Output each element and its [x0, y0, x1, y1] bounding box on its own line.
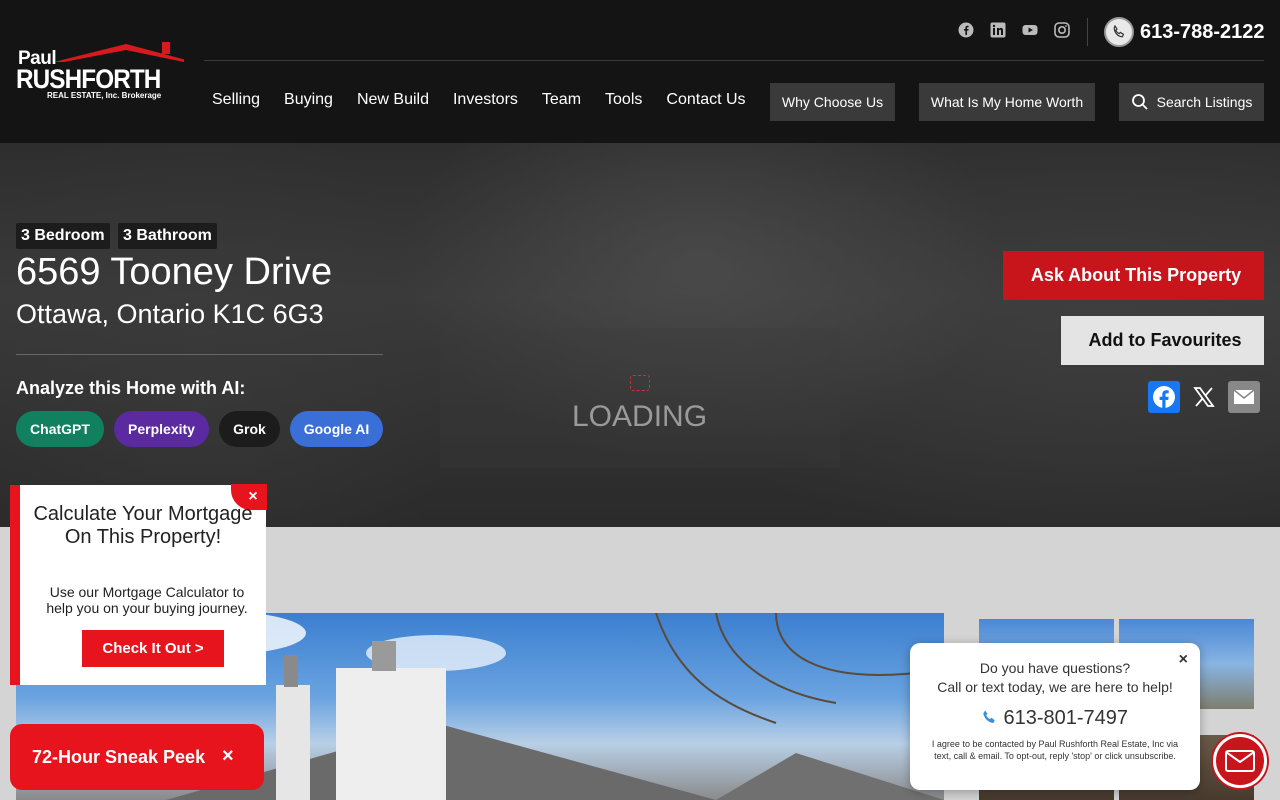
share-email-icon[interactable] [1228, 381, 1260, 413]
hero-divider [16, 354, 383, 355]
chatgpt-button[interactable]: ChatGPT [16, 411, 104, 447]
nav-investors[interactable]: Investors [453, 91, 518, 109]
brand-line3: REAL ESTATE, Inc. Brokerage [47, 91, 162, 100]
chat-consent-text: I agree to be contacted by Paul Rushfort… [931, 739, 1179, 761]
main-nav: Selling Buying New Build Investors Team … [212, 91, 746, 109]
site-header: Paul RUSHFORTH REAL ESTATE, Inc. Brokera… [0, 0, 1280, 143]
search-icon [1131, 94, 1148, 110]
google-ai-button[interactable]: Google AI [290, 411, 383, 447]
search-listings-label: Search Listings [1156, 94, 1253, 110]
chat-launcher-button[interactable] [1213, 734, 1267, 788]
add-to-favourites-button[interactable]: Add to Favourites [1061, 316, 1264, 365]
chat-subtitle: Call or text today, we are here to help! [937, 679, 1173, 695]
nav-new-build[interactable]: New Build [357, 91, 429, 109]
listing-hero: 3 Bedroom 3 Bathroom 6569 Tooney Drive O… [0, 143, 1280, 527]
share-x-icon[interactable] [1188, 381, 1220, 413]
home-worth-button[interactable]: What Is My Home Worth [919, 83, 1095, 121]
mortgage-popup-title: Calculate Your Mortgage On This Property… [33, 503, 253, 548]
header-phone[interactable]: 613-788-2122 [1104, 17, 1265, 47]
youtube-icon[interactable] [1022, 22, 1038, 38]
mortgage-popup-description: Use our Mortgage Calculator to help you … [46, 584, 248, 616]
brand-logo[interactable]: Paul RUSHFORTH REAL ESTATE, Inc. Brokera… [16, 40, 188, 104]
envelope-icon [1225, 750, 1255, 772]
roof-logo-icon [54, 42, 184, 62]
chat-widget: × Do you have questions? Call or text to… [910, 643, 1200, 790]
loading-icon [630, 375, 650, 391]
bathroom-badge: 3 Bathroom [118, 223, 217, 249]
nav-team[interactable]: Team [542, 91, 581, 109]
header-phone-number: 613-788-2122 [1140, 20, 1265, 43]
chat-prompt: Do you have questions? Call or text toda… [910, 659, 1200, 697]
header-rule [204, 60, 1264, 61]
social-links [958, 22, 1070, 38]
facebook-icon[interactable] [958, 22, 974, 38]
ai-analyze-label: Analyze this Home with AI: [16, 378, 246, 398]
linkedin-icon[interactable] [990, 22, 1006, 38]
sneak-peek-label: 72-Hour Sneak Peek [32, 746, 206, 767]
ask-label: Ask About This Property [1030, 265, 1242, 285]
chat-phone-number: 613-801-7497 [1003, 707, 1129, 729]
grok-button[interactable]: Grok [219, 411, 280, 447]
mortgage-calculator-popup: × Calculate Your Mortgage On This Proper… [10, 484, 267, 685]
nav-contact-us[interactable]: Contact Us [666, 91, 745, 109]
chat-phone-link[interactable]: 613-801-7497 [910, 707, 1200, 730]
listing-address: 6569 Tooney Drive [16, 251, 333, 293]
search-listings-button[interactable]: Search Listings [1119, 83, 1264, 121]
check-it-out-button[interactable]: Check It Out > [82, 630, 224, 667]
ask-about-property-button[interactable]: Ask About This Property [1003, 251, 1264, 300]
share-facebook-icon[interactable] [1148, 381, 1180, 413]
listing-city: Ottawa, Ontario K1C 6G3 [16, 299, 324, 329]
loading-overlay [440, 328, 840, 468]
nav-selling[interactable]: Selling [212, 91, 260, 109]
loading-text: LOADING [572, 400, 708, 433]
sneak-peek-close-button[interactable]: × [222, 745, 234, 768]
sneak-peek-banner[interactable]: 72-Hour Sneak Peek × [10, 724, 264, 790]
phone-icon [983, 710, 995, 723]
why-choose-us-button[interactable]: Why Choose Us [770, 83, 895, 121]
favourites-label: Add to Favourites [1088, 330, 1242, 350]
phone-icon [1104, 17, 1134, 47]
chat-question: Do you have questions? [979, 660, 1131, 676]
bedroom-badge: 3 Bedroom [16, 223, 110, 249]
nav-buying[interactable]: Buying [284, 91, 333, 109]
instagram-icon[interactable] [1054, 22, 1070, 38]
perplexity-button[interactable]: Perplexity [114, 411, 209, 447]
header-divider [1087, 18, 1088, 46]
nav-tools[interactable]: Tools [605, 91, 642, 109]
